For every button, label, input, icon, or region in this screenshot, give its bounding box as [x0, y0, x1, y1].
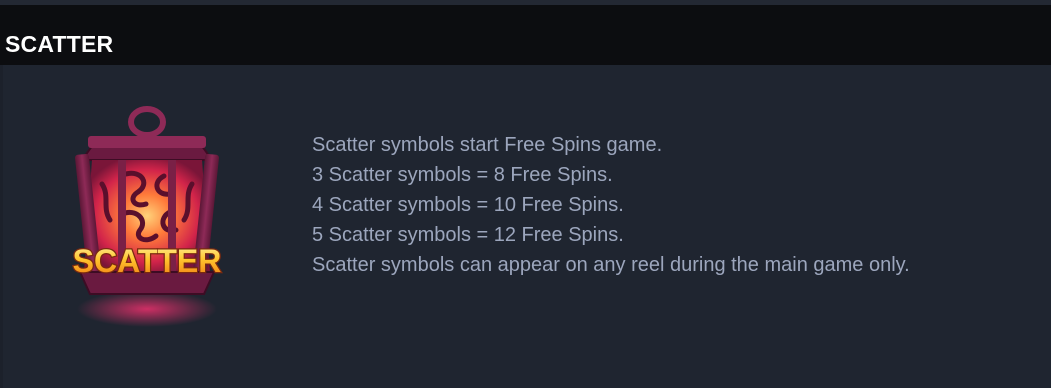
section-header: SCATTER [0, 5, 1051, 65]
description-line: 4 Scatter symbols = 10 Free Spins. [312, 194, 624, 216]
description-line: 3 Scatter symbols = 8 Free Spins. [312, 164, 613, 186]
scatter-symbol-label: SCATTER [73, 243, 222, 279]
section-title: SCATTER [5, 31, 114, 57]
description-line: Scatter symbols can appear on any reel d… [312, 254, 910, 276]
description-line: 5 Scatter symbols = 12 Free Spins. [312, 224, 624, 246]
scatter-symbol: SCATTER [44, 104, 250, 328]
scatter-description: Scatter symbols start Free Spins game. 3… [312, 130, 910, 280]
scatter-lantern-icon: SCATTER [71, 106, 223, 327]
description-line: Scatter symbols start Free Spins game. [312, 134, 663, 156]
